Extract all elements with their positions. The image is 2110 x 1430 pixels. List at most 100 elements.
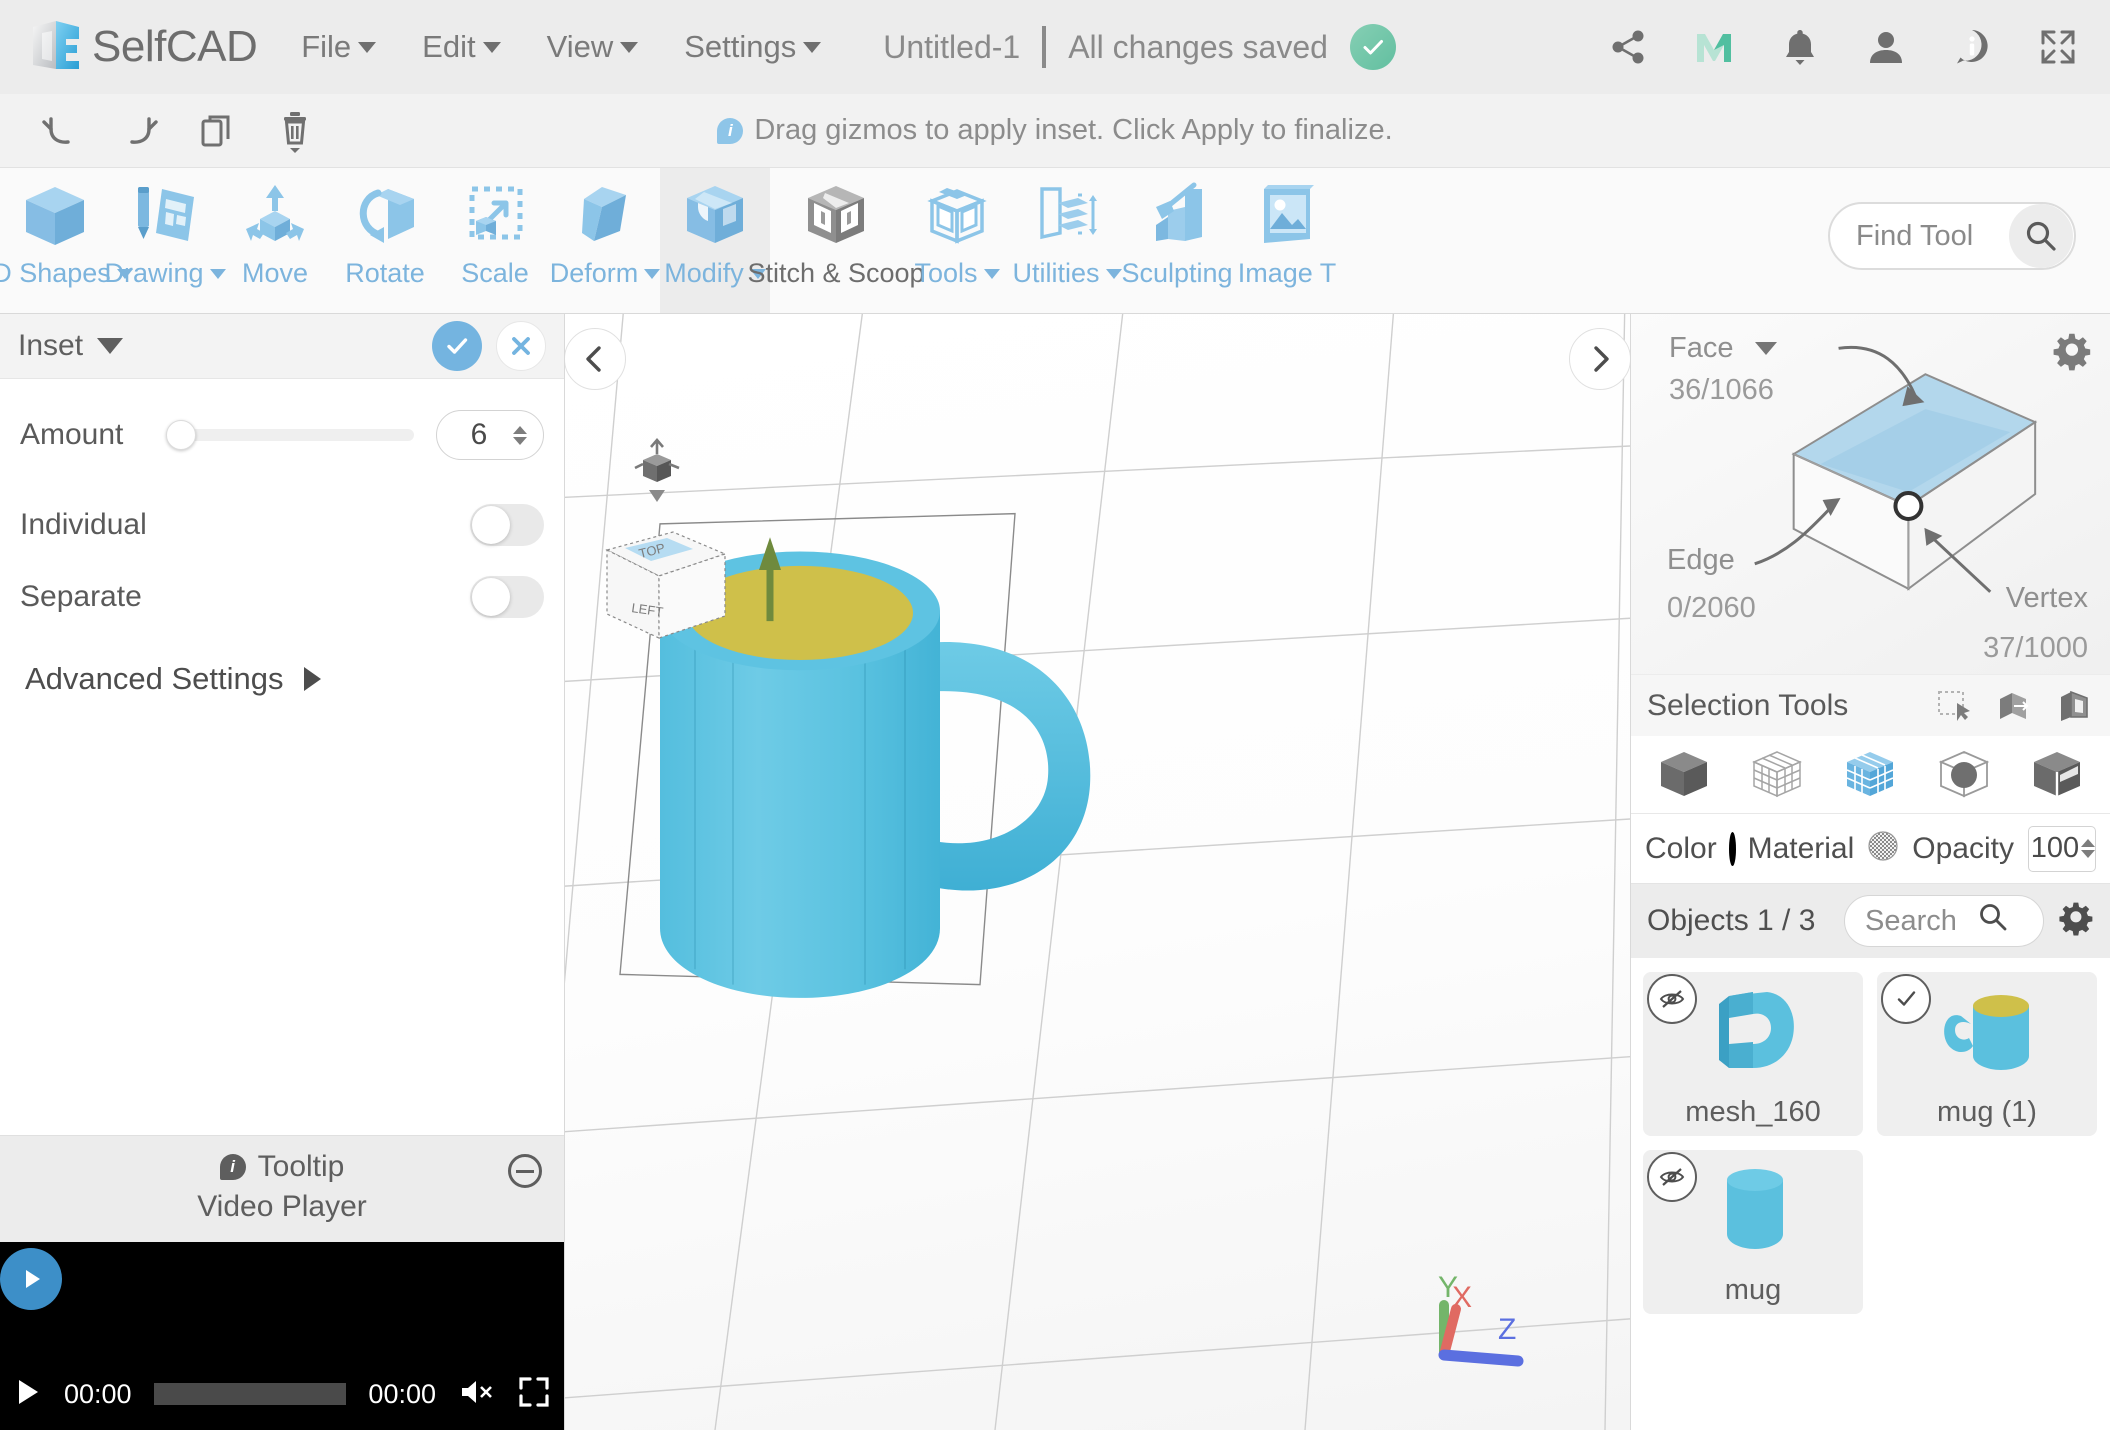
amount-slider[interactable] bbox=[166, 420, 414, 450]
slider-handle[interactable] bbox=[166, 420, 196, 450]
3d-viewport[interactable]: TOP LEFT Y X Z bbox=[565, 314, 1630, 1430]
modify-icon bbox=[678, 180, 752, 254]
play-small-icon[interactable] bbox=[14, 1377, 42, 1412]
ribbon-tool-scale[interactable]: Scale bbox=[440, 168, 550, 313]
selection-mode-dropdown[interactable]: Face bbox=[1669, 332, 1778, 365]
label-text: 3D Shapes bbox=[0, 258, 111, 288]
objects-search-input[interactable]: Search bbox=[1844, 895, 2044, 947]
play-button[interactable] bbox=[0, 1248, 62, 1310]
chevron-down-icon[interactable] bbox=[97, 338, 124, 354]
ribbon-tool-utilities[interactable]: Utilities bbox=[1012, 168, 1122, 313]
undo-icon[interactable] bbox=[22, 101, 100, 161]
fullscreen-icon[interactable] bbox=[518, 1376, 550, 1413]
objects-settings-gear-icon[interactable] bbox=[2058, 901, 2094, 942]
advanced-settings-toggle[interactable]: Advanced Settings bbox=[20, 631, 544, 697]
object-name: mug (1) bbox=[1937, 1095, 2037, 1128]
copy-icon[interactable] bbox=[178, 101, 256, 161]
document-title[interactable]: Untitled-1 bbox=[883, 29, 1020, 66]
ribbon-tool-rotate[interactable]: Rotate bbox=[330, 168, 440, 313]
find-tool-input[interactable]: Find Tool bbox=[1828, 202, 2076, 270]
app-logo[interactable]: SelfCAD bbox=[30, 19, 258, 75]
mute-icon[interactable] bbox=[458, 1377, 496, 1412]
search-icon[interactable] bbox=[2009, 204, 2073, 268]
video-player[interactable]: 00:00 00:00 bbox=[0, 1242, 564, 1430]
sphere-in-cube-mode-icon[interactable] bbox=[1935, 748, 1993, 802]
ribbon-tool-image-to-3d[interactable]: Image T bbox=[1232, 168, 1342, 313]
menu-edit[interactable]: Edit bbox=[422, 29, 501, 65]
label-text: Stitch & Scoop bbox=[747, 258, 925, 288]
color-swatch[interactable] bbox=[1728, 831, 1736, 866]
ribbon-tool-move[interactable]: Move bbox=[220, 168, 330, 313]
chevron-right-icon bbox=[303, 667, 321, 691]
object-name: mug bbox=[1724, 1273, 1782, 1306]
separate-toggle[interactable] bbox=[470, 576, 544, 618]
menu-view[interactable]: View bbox=[547, 29, 639, 65]
ribbon-tool-drawing[interactable]: Drawing bbox=[104, 168, 226, 313]
spinner-up-icon[interactable] bbox=[2081, 839, 2095, 847]
current-time: 00:00 bbox=[64, 1378, 132, 1409]
ribbon-tool-label: Deform bbox=[550, 258, 661, 289]
apply-button[interactable] bbox=[432, 321, 482, 371]
amount-input[interactable] bbox=[453, 418, 505, 452]
search-icon[interactable] bbox=[1957, 901, 2043, 941]
wireframe-mode-icon[interactable] bbox=[1748, 748, 1806, 802]
object-card-mug-1[interactable]: mug (1) bbox=[1877, 972, 2097, 1136]
spinner-up-icon[interactable] bbox=[513, 425, 527, 434]
vertex-label: Vertex bbox=[2005, 582, 2088, 614]
progress-bar[interactable] bbox=[153, 1383, 347, 1405]
amount-spinner[interactable] bbox=[513, 425, 527, 445]
inset-panel-body: Amount Individual bbox=[0, 379, 564, 697]
opacity-stepper[interactable] bbox=[2028, 825, 2096, 872]
polygon-mode-icon[interactable] bbox=[1841, 748, 1899, 802]
ribbon-tool-tools[interactable]: Tools bbox=[902, 168, 1012, 313]
save-status-text: All changes saved bbox=[1068, 28, 1328, 65]
menu-settings[interactable]: Settings bbox=[684, 29, 822, 65]
select-region-icon[interactable] bbox=[2056, 689, 2094, 723]
delete-icon[interactable] bbox=[256, 101, 334, 161]
ribbon-tool-label: Stitch & Scoop bbox=[747, 258, 924, 289]
info-icon[interactable] bbox=[1950, 25, 1994, 69]
share-icon[interactable] bbox=[1606, 25, 1650, 69]
view-cube[interactable]: TOP LEFT bbox=[595, 434, 755, 649]
ribbon-tool-3d-shapes[interactable]: 3D Shapes bbox=[0, 168, 133, 313]
object-card-mesh_160[interactable]: mesh_160 bbox=[1643, 972, 1863, 1136]
divider bbox=[1042, 26, 1047, 68]
cancel-button[interactable] bbox=[496, 321, 546, 371]
ribbon-tool-sculpting[interactable]: Sculpting bbox=[1121, 168, 1233, 313]
notifications-bell-icon[interactable] bbox=[1778, 25, 1822, 69]
collapse-right-panel-button[interactable] bbox=[1569, 328, 1630, 390]
spinner-down-icon[interactable] bbox=[513, 436, 527, 445]
user-account-icon[interactable] bbox=[1864, 25, 1908, 69]
fullscreen-icon[interactable] bbox=[2036, 25, 2080, 69]
object-card-mug[interactable]: mug bbox=[1643, 1150, 1863, 1314]
axis-x-label: X bbox=[1452, 1281, 1472, 1314]
ribbon-tool-modify[interactable]: Modify bbox=[660, 168, 770, 313]
ribbon-tool-stitch-and-scoop[interactable]: Stitch & Scoop bbox=[747, 168, 925, 313]
tools-icon bbox=[920, 180, 994, 254]
axis-z-label: Z bbox=[1498, 1313, 1516, 1346]
visibility-hidden-icon[interactable] bbox=[1647, 974, 1697, 1024]
minimize-icon[interactable] bbox=[508, 1154, 542, 1188]
ribbon-tool-deform[interactable]: Deform bbox=[550, 168, 661, 313]
opacity-spinner[interactable] bbox=[2081, 839, 2095, 858]
amount-stepper[interactable] bbox=[436, 410, 544, 460]
label-text: Image T bbox=[1237, 258, 1337, 288]
material-sphere-icon[interactable] bbox=[1866, 829, 1900, 868]
axis-gizmo[interactable]: Y X Z bbox=[1426, 1269, 1536, 1384]
spinner-down-icon[interactable] bbox=[2081, 850, 2095, 858]
myminifactory-logo-icon[interactable] bbox=[1692, 25, 1736, 69]
face-mode-icon[interactable] bbox=[2028, 748, 2086, 802]
collapse-left-panel-button[interactable] bbox=[565, 328, 626, 390]
document-status-area: Untitled-1 All changes saved bbox=[883, 24, 1396, 70]
individual-toggle[interactable] bbox=[470, 504, 544, 546]
menu-file[interactable]: File bbox=[301, 29, 377, 65]
edge-count: 0/2060 bbox=[1667, 592, 1756, 624]
select-through-icon[interactable] bbox=[1996, 689, 2034, 723]
rect-select-icon[interactable] bbox=[1936, 689, 1974, 723]
opacity-input[interactable] bbox=[2029, 832, 2081, 865]
visibility-hidden-icon[interactable] bbox=[1647, 1152, 1697, 1202]
ribbon-tool-label: Rotate bbox=[345, 258, 425, 289]
selected-check-icon[interactable] bbox=[1881, 974, 1931, 1024]
object-mode-icon[interactable] bbox=[1655, 748, 1713, 802]
redo-icon[interactable] bbox=[100, 101, 178, 161]
